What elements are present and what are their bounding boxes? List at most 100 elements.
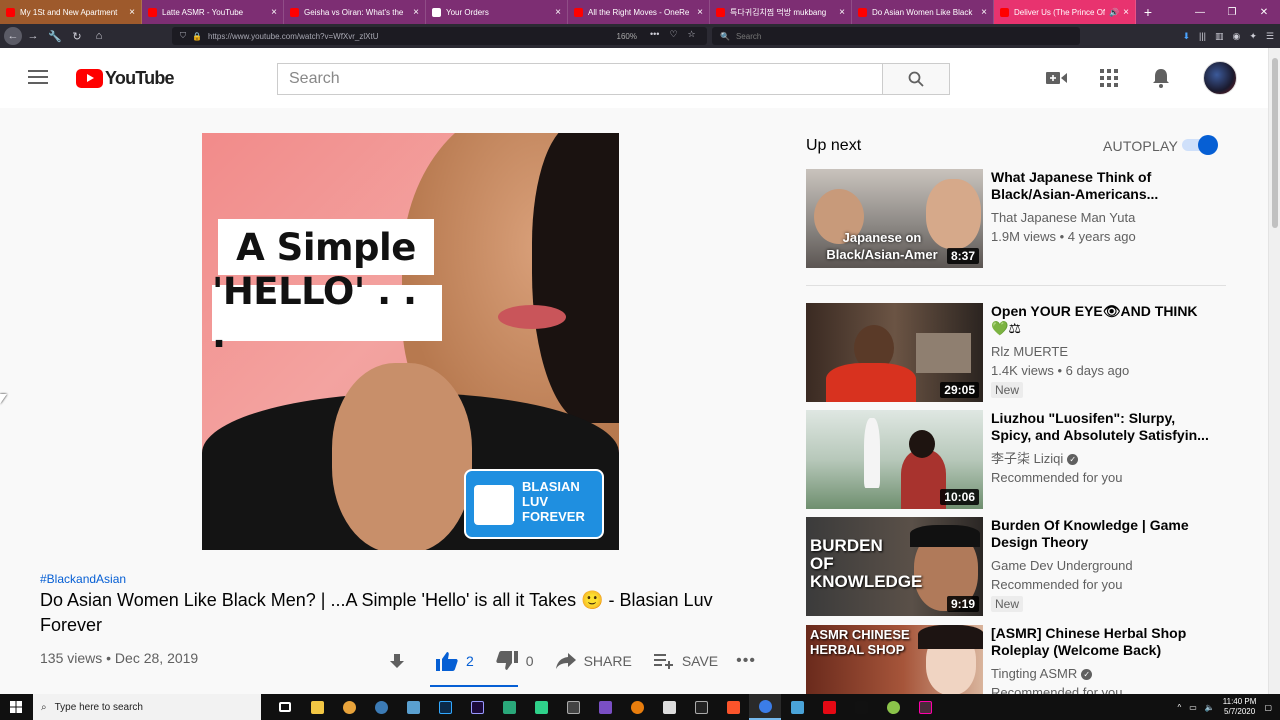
channel-name[interactable]: Game Dev Underground <box>991 557 1216 575</box>
video-player-app-icon[interactable] <box>909 694 941 720</box>
video-title[interactable]: Liuzhou "Luosifen": Slurpy, Spicy, and A… <box>991 410 1216 444</box>
reload-button[interactable]: ↻ <box>66 25 88 47</box>
download-icon[interactable]: ⬇ <box>1182 31 1190 42</box>
photoshop-icon[interactable] <box>429 694 461 720</box>
pocket-icon[interactable]: ♡ <box>669 29 677 40</box>
back-button[interactable]: ← <box>4 27 22 45</box>
brave-icon[interactable] <box>717 694 749 720</box>
upnext-item[interactable]: BURDEN OF KNOWLEDGE 9:19 Burden Of Knowl… <box>806 517 1226 617</box>
home-button[interactable]: ⌂ <box>88 25 110 47</box>
extension-icon[interactable]: ✦ <box>1249 31 1257 42</box>
guide-menu-icon[interactable] <box>28 70 48 86</box>
close-window-icon[interactable]: ✕ <box>1248 0 1280 24</box>
firefox-icon[interactable] <box>749 694 781 720</box>
chevron-up-icon[interactable]: ^ <box>1177 703 1181 712</box>
save-button[interactable]: SAVE <box>653 653 718 669</box>
app-icon[interactable] <box>877 694 909 720</box>
channel-name[interactable]: That Japanese Man Yuta <box>991 209 1216 227</box>
volume-icon[interactable]: 🔈 <box>1205 703 1215 712</box>
video-hashtag[interactable]: #BlackandAsian <box>40 572 126 586</box>
channel-name[interactable]: Rlz MUERTE <box>991 343 1216 361</box>
app-icon[interactable] <box>333 694 365 720</box>
after-effects-icon[interactable] <box>461 694 493 720</box>
upnext-item[interactable]: ASMR CHINESE HERBAL SHOP [ASMR] Chinese … <box>806 625 1226 694</box>
upnext-item[interactable]: Japanese on Black/Asian-Amer 8:37 What J… <box>806 169 1226 269</box>
browser-tab-active[interactable]: Deliver Us (The Prince Of 🔊 × <box>994 0 1136 24</box>
video-thumbnail[interactable]: 10:06 <box>806 410 983 509</box>
autoplay-toggle[interactable] <box>1182 135 1218 155</box>
video-title[interactable]: What Japanese Think of Black/Asian-Ameri… <box>991 169 1216 203</box>
apps-grid-icon[interactable] <box>1098 68 1120 88</box>
browser-tab[interactable]: 특다귀김치찜 먹방 mukbang × <box>710 0 852 24</box>
close-tab-icon[interactable]: × <box>697 7 703 18</box>
new-tab-button[interactable]: + <box>1136 0 1160 24</box>
menu-icon[interactable]: ☰ <box>1266 31 1274 42</box>
more-icon[interactable]: ••• <box>650 29 659 40</box>
browser-tab[interactable]: Geisha vs Oiran: What's the × <box>284 0 426 24</box>
close-tab-icon[interactable]: × <box>555 7 561 18</box>
video-title[interactable]: Open YOUR EYE👁AND THINK 💚⚖ <box>991 303 1216 337</box>
app-icon[interactable] <box>781 694 813 720</box>
notifications-icon[interactable]: ▢ <box>1264 703 1272 712</box>
app-icon[interactable] <box>493 694 525 720</box>
library-icon[interactable]: ||| <box>1199 31 1206 41</box>
bookmark-star-icon[interactable]: ☆ <box>688 29 696 40</box>
speaker-icon[interactable]: 🔊 <box>1109 8 1119 17</box>
video-thumbnail[interactable]: BURDEN OF KNOWLEDGE 9:19 <box>806 517 983 616</box>
create-video-icon[interactable] <box>1046 68 1068 88</box>
forward-button[interactable]: → <box>22 25 44 47</box>
url-bar[interactable]: ⛉ 🔒 https://www.youtube.com/watch?v=WfXv… <box>172 27 707 45</box>
visual-studio-icon[interactable] <box>589 694 621 720</box>
network-icon[interactable]: ▭ <box>1189 703 1197 712</box>
share-button[interactable]: SHARE <box>555 653 632 669</box>
steam-icon[interactable] <box>365 694 397 720</box>
taskbar-search-input[interactable]: ⌕ Type here to search <box>33 694 261 720</box>
download-button[interactable] <box>388 652 414 670</box>
browser-tab[interactable]: Latte ASMR - YouTube × <box>142 0 284 24</box>
upnext-item[interactable]: 10:06 Liuzhou "Luosifen": Slurpy, Spicy,… <box>806 410 1226 510</box>
video-player[interactable]: A Simple 'HELLO' . . . BLASIAN LUV FOREV… <box>202 133 619 550</box>
terminal-icon[interactable] <box>685 694 717 720</box>
browser-tab[interactable]: Do Asian Women Like Black × <box>852 0 994 24</box>
sidebar-icon[interactable]: ▥ <box>1215 31 1224 42</box>
close-tab-icon[interactable]: × <box>981 7 987 18</box>
system-clock[interactable]: 11:40 PM 5/7/2020 <box>1223 697 1257 717</box>
close-tab-icon[interactable]: × <box>839 7 845 18</box>
video-thumbnail[interactable]: 29:05 <box>806 303 983 402</box>
task-view-icon[interactable] <box>269 694 301 720</box>
upnext-item[interactable]: 29:05 Open YOUR EYE👁AND THINK 💚⚖ Rlz MUE… <box>806 303 1226 403</box>
wrench-icon[interactable]: 🔧 <box>44 25 66 47</box>
video-title[interactable]: Burden Of Knowledge | Game Design Theory <box>991 517 1216 551</box>
minimize-icon[interactable]: — <box>1184 0 1216 24</box>
browser-tab[interactable]: My 1St and New Apartment × <box>0 0 142 24</box>
windows-start-button[interactable] <box>0 694 32 720</box>
browser-tab[interactable]: Your Orders × <box>426 0 568 24</box>
close-tab-icon[interactable]: × <box>129 7 135 18</box>
browser-tab[interactable]: All the Right Moves - OneRe × <box>568 0 710 24</box>
netflix-icon[interactable] <box>813 694 845 720</box>
close-tab-icon[interactable]: × <box>1123 7 1129 18</box>
dislike-button[interactable]: 0 <box>496 651 534 671</box>
account-icon[interactable]: ◉ <box>1233 31 1241 42</box>
video-thumbnail[interactable]: Japanese on Black/Asian-Amer 8:37 <box>806 169 983 268</box>
app-icon[interactable] <box>653 694 685 720</box>
video-title[interactable]: [ASMR] Chinese Herbal Shop Roleplay (Wel… <box>991 625 1216 659</box>
app-icon[interactable] <box>525 694 557 720</box>
zoom-level[interactable]: 160% <box>617 32 637 41</box>
avatar[interactable] <box>1203 61 1237 95</box>
youtube-logo[interactable]: YouTube <box>76 68 175 89</box>
notifications-bell-icon[interactable] <box>1150 68 1172 88</box>
close-tab-icon[interactable]: × <box>413 7 419 18</box>
app-icon[interactable] <box>557 694 589 720</box>
scrollbar-thumb[interactable] <box>1272 58 1278 228</box>
search-input[interactable]: Search <box>277 63 883 95</box>
video-thumbnail[interactable]: ASMR CHINESE HERBAL SHOP <box>806 625 983 694</box>
restore-icon[interactable]: ❐ <box>1216 0 1248 24</box>
blender-icon[interactable] <box>621 694 653 720</box>
like-button[interactable]: 2 <box>436 651 474 671</box>
close-tab-icon[interactable]: × <box>271 7 277 18</box>
file-explorer-icon[interactable] <box>301 694 333 720</box>
app-icon[interactable] <box>397 694 429 720</box>
page-scrollbar[interactable] <box>1268 48 1280 694</box>
browser-search-field[interactable]: 🔍 Search <box>712 27 1080 45</box>
